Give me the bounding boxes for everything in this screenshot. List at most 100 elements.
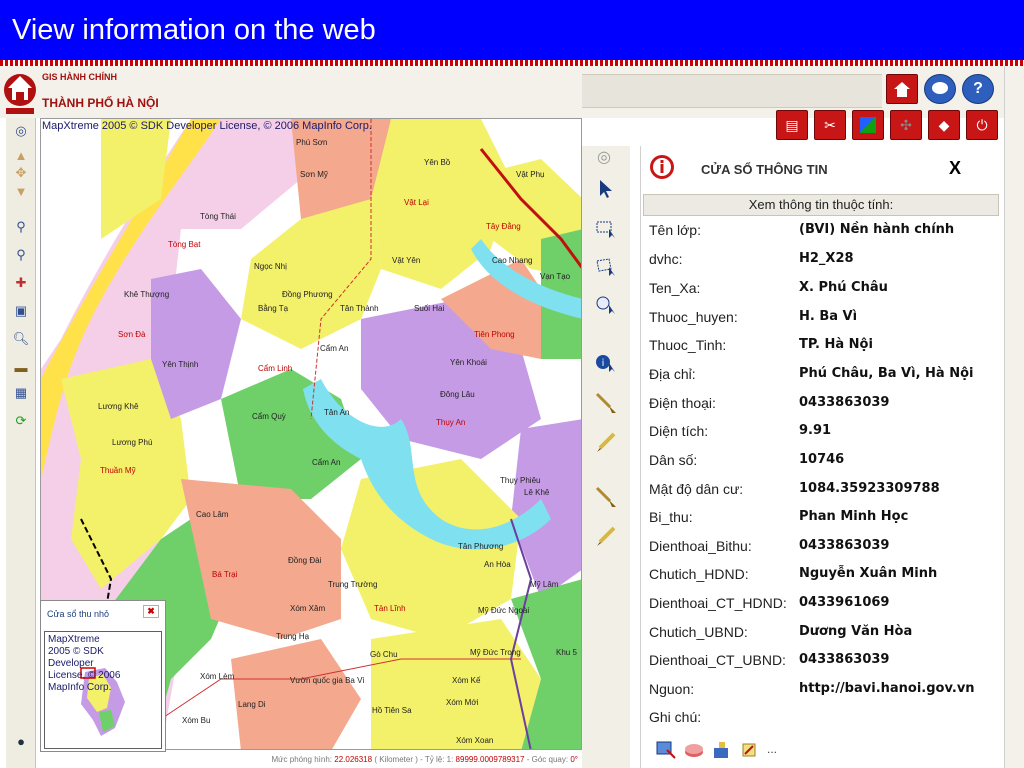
tools-button[interactable]: ✂ (814, 110, 846, 140)
place-label: Tây Đằng (486, 222, 521, 231)
zoom-select-icon[interactable] (592, 292, 620, 318)
info-close-button[interactable]: X (949, 158, 961, 179)
info-value: X. Phú Châu (799, 280, 888, 295)
info-key: Thuoc_huyen: (649, 309, 738, 325)
info-row: Tên lớp: (BVI) Nền hành chính (641, 222, 1001, 250)
info-value: 0433863039 (799, 652, 890, 667)
info-key: Bi_thu: (649, 509, 693, 525)
place-label: Xóm Xâm (290, 604, 326, 613)
place-label: Tân Thành (340, 304, 379, 313)
overview-close-button[interactable]: ✖ (143, 605, 159, 618)
info-row: Diện tích: 9.91 (641, 423, 1001, 451)
globe-icon[interactable]: ● (10, 732, 32, 750)
info-key: Dân số: (649, 452, 698, 468)
select-icon[interactable]: ▣ (10, 302, 32, 320)
pointer-icon[interactable] (592, 176, 620, 202)
place-label: Cẩm Linh (258, 364, 293, 373)
select-rect-icon[interactable] (592, 216, 620, 242)
info-value: 1084.35923309788 (799, 481, 940, 496)
chat-button[interactable] (924, 74, 956, 104)
info-row: Điện thoại: 0433863039 (641, 395, 1001, 423)
place-label: Lương Phú (112, 438, 153, 447)
chat-icon (932, 82, 948, 94)
select-poly-icon[interactable] (592, 254, 620, 280)
place-label: Xóm Mới (446, 698, 479, 707)
status-rotation: 0° (570, 755, 578, 764)
app-header: GIS HÀNH CHÍNH THÀNH PHỐ HÀ NỘI ? ▤ ✂ ✣ … (0, 66, 1024, 140)
info-key: Địa chỉ: (649, 366, 696, 382)
map-button[interactable]: ◆ (928, 110, 960, 140)
brush-icon[interactable] (592, 484, 620, 510)
slide-title-bar: View information on the web (0, 0, 1024, 60)
place-label: Mỹ Lâm (530, 580, 559, 589)
place-label: Tân An (324, 408, 350, 417)
place-label: Tản Lĩnh (374, 604, 406, 613)
place-label: Đồng Đài (288, 556, 322, 565)
zoom-in-icon[interactable]: ⚲ (10, 218, 32, 236)
edit-icon[interactable] (711, 740, 733, 760)
overview-map[interactable]: MapXtreme 2005 © SDK Developer License, … (44, 631, 162, 749)
info-row: Ten_Xa: X. Phú Châu (641, 280, 1001, 308)
right-edge (1004, 66, 1024, 768)
info-key: Tên lớp: (649, 222, 701, 238)
collapse-icon[interactable]: ◎ (590, 148, 618, 166)
refresh-icon[interactable]: ⟳ (10, 412, 32, 430)
place-label: Khê Thượng (124, 290, 170, 299)
help-button[interactable]: ? (962, 74, 994, 104)
home-icon (894, 82, 910, 97)
place-label: Thuần Mỹ (100, 466, 136, 475)
place-label: Gò Chu (370, 650, 398, 659)
grid-button[interactable]: ✣ (890, 110, 922, 140)
print-icon[interactable]: ▦ (10, 384, 32, 402)
export-icon[interactable] (655, 740, 677, 760)
zoom-out-icon[interactable]: ⚲ (10, 246, 32, 264)
info-title: CỬA SỔ THÔNG TIN (701, 162, 828, 177)
info-key: dvhc: (649, 251, 683, 267)
status-zoom: 22.026318 (334, 755, 373, 764)
exit-icon: ⏻ (976, 116, 988, 133)
measure-icon[interactable]: ▬ (10, 358, 32, 376)
more-label[interactable]: ... (767, 742, 777, 756)
overview-title: Cửa sổ thu nhỏ (47, 609, 110, 619)
place-label: Mỹ Đức Ngoài (478, 606, 530, 615)
place-label: Yên Thịnh (162, 360, 199, 369)
pencil-icon[interactable] (592, 524, 620, 550)
layers-button[interactable]: ▤ (776, 110, 808, 140)
map-attribution: MapXtreme 2005 © SDK Developer License, … (42, 120, 372, 132)
brush-icon[interactable] (592, 390, 620, 416)
overlay-button[interactable] (852, 110, 884, 140)
pencil-icon[interactable] (592, 430, 620, 456)
info-window: CỬA SỔ THÔNG TIN X Xem thông tin thuộc t… (640, 146, 1000, 768)
place-label: Cao Nhang (492, 256, 533, 265)
exit-button[interactable]: ⏻ (966, 110, 998, 140)
chart-icon[interactable] (683, 740, 705, 760)
app-subtitle: GIS HÀNH CHÍNH (42, 72, 118, 82)
pan-icon[interactable]: ✥ (10, 164, 32, 182)
place-label: Sơn Mỹ (300, 170, 328, 179)
collapse-icon[interactable]: ◎ (10, 122, 32, 140)
overview-attribution: MapXtreme 2005 © SDK Developer License, … (48, 634, 121, 693)
pan-down-icon[interactable]: ▼ (10, 182, 32, 200)
info-row: dvhc: H2_X28 (641, 251, 1001, 279)
info-row: Thuoc_Tinh: TP. Hà Nội (641, 337, 1001, 365)
info-key: Diện tích: (649, 423, 709, 439)
close-icon: ✖ (147, 606, 155, 616)
place-label: Trung Hạ (276, 632, 310, 641)
info-key: Dienthoai_CT_HDND: (649, 595, 787, 611)
info-key: Mật độ dân cư: (649, 481, 744, 497)
home-button[interactable] (886, 74, 918, 104)
info-icon[interactable]: 🔍︎ (10, 330, 32, 348)
paint-icon[interactable] (739, 740, 761, 760)
info-value: Phú Châu, Ba Vì, Hà Nội (799, 366, 974, 381)
add-point-icon[interactable]: ✚ (10, 274, 32, 292)
info-row: Địa chỉ: Phú Châu, Ba Vì, Hà Nội (641, 366, 1001, 394)
place-label: Tiên Phong (474, 330, 515, 339)
pan-up-icon[interactable]: ▲ (10, 146, 32, 164)
place-label: Yên Bồ (424, 158, 451, 167)
place-label: Vạn Tạo (540, 272, 571, 281)
info-value[interactable]: http://bavi.hanoi.gov.vn (799, 681, 975, 696)
info-value: Phan Minh Học (799, 509, 909, 524)
info-value: 10746 (799, 452, 845, 467)
info-icon[interactable]: i (592, 350, 620, 376)
status-scale: 89999.0009789317 (455, 755, 525, 764)
